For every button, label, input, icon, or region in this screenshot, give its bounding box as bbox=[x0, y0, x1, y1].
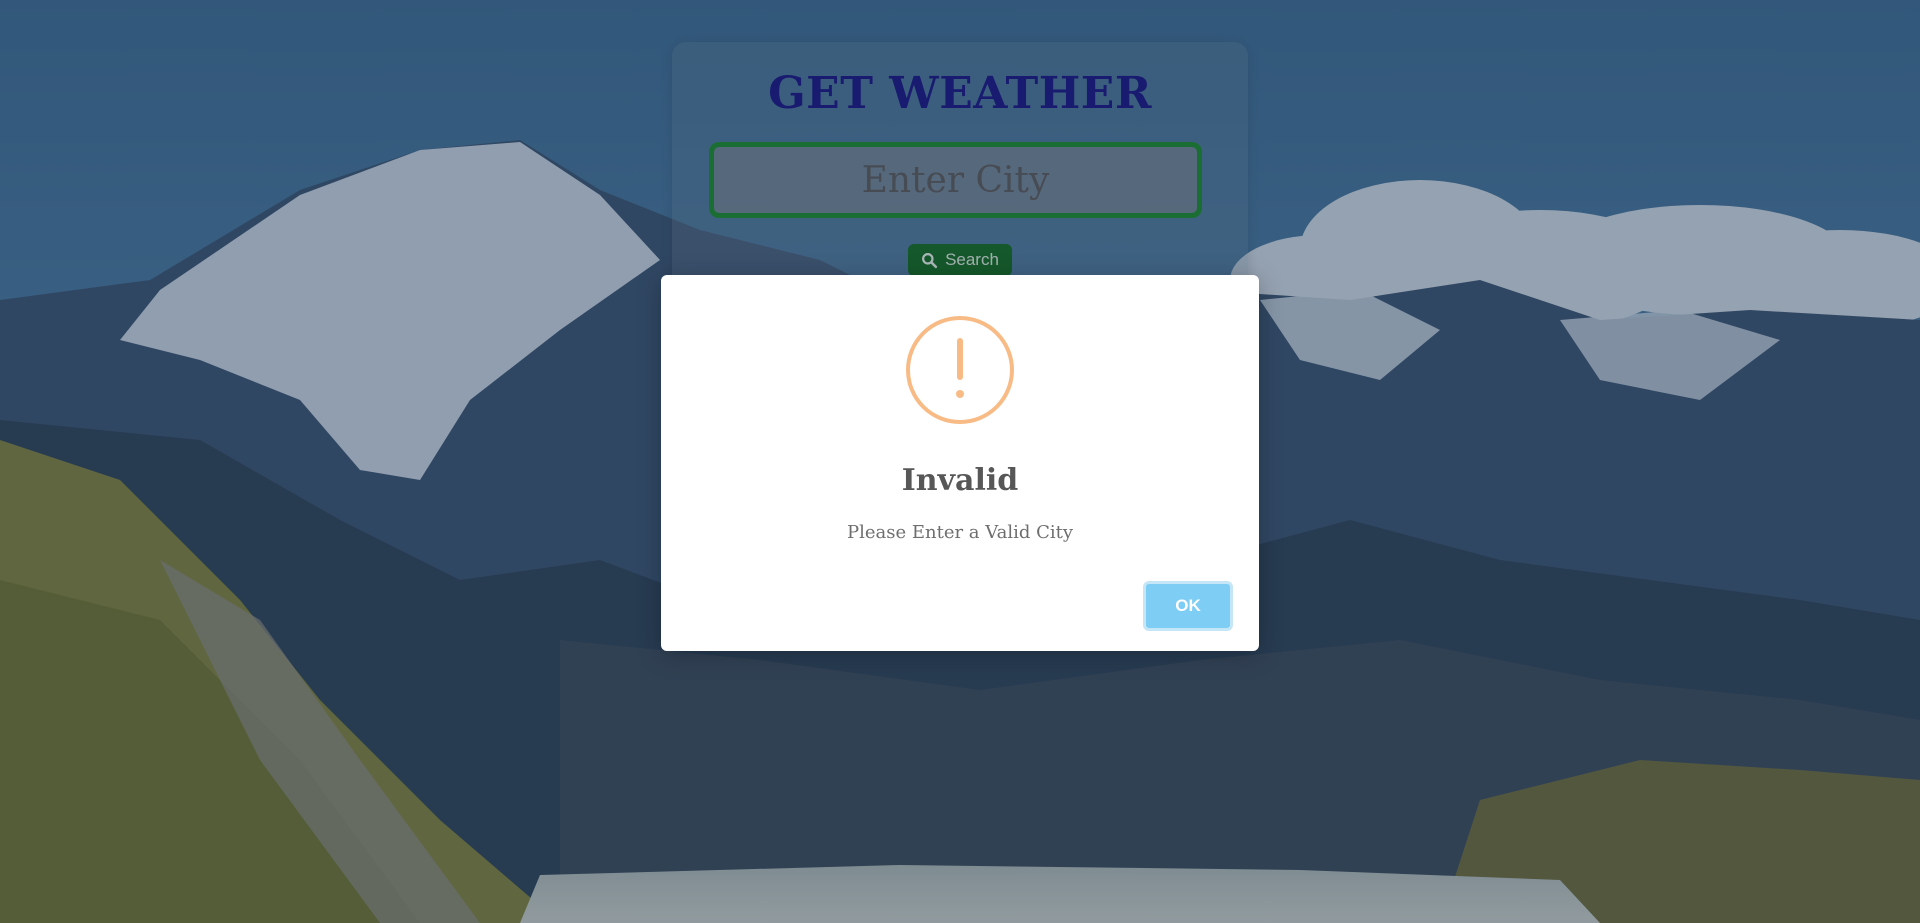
warning-icon bbox=[904, 314, 1016, 426]
ok-button[interactable]: OK bbox=[1143, 581, 1233, 631]
alert-title: Invalid bbox=[901, 463, 1019, 498]
alert-dialog: Invalid Please Enter a Valid City OK bbox=[661, 275, 1259, 651]
alert-message: Please Enter a Valid City bbox=[846, 522, 1074, 543]
